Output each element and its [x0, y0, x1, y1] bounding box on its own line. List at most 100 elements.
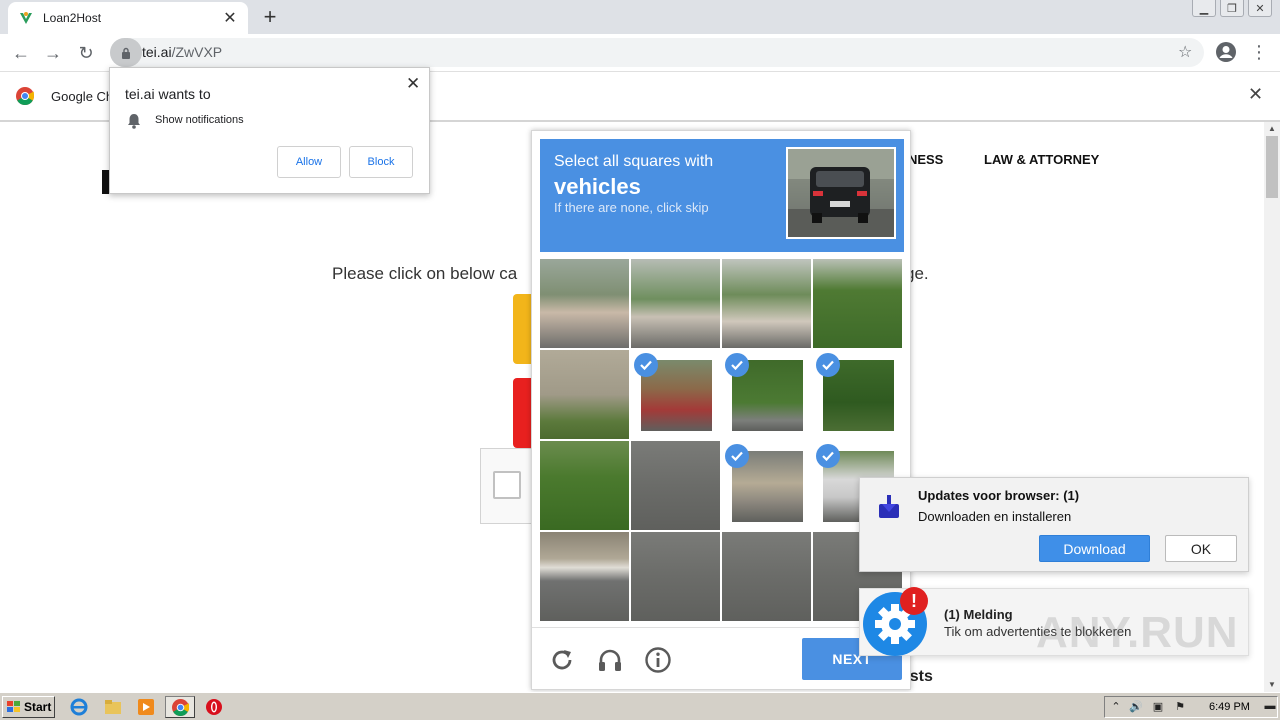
ie-icon[interactable]: [70, 698, 88, 716]
alert-badge: !: [900, 587, 928, 615]
update-popup: Updates voor browser: (1) Downloaden en …: [859, 477, 1249, 572]
captcha-tile[interactable]: [631, 441, 720, 530]
checkmark-icon: [725, 353, 749, 377]
action-center-flag-icon[interactable]: ⚑: [1173, 700, 1187, 714]
ok-button[interactable]: OK: [1165, 535, 1237, 562]
captcha-tile[interactable]: [631, 350, 720, 439]
chrome-logo-icon: [16, 87, 34, 105]
menu-dots-icon[interactable]: ⋮: [1250, 40, 1268, 64]
checkmark-icon: [816, 353, 840, 377]
captcha-target: vehicles: [554, 174, 641, 199]
captcha-tile[interactable]: [722, 532, 811, 621]
tab-loan2host[interactable]: Loan2Host ✕: [8, 2, 248, 34]
permission-item: Show notifications: [155, 114, 244, 126]
captcha-tile-image: [722, 532, 811, 621]
url-path: /ZwVXP: [171, 44, 223, 60]
forward-arrow-icon[interactable]: →: [40, 40, 66, 66]
checkmark-icon: [816, 444, 840, 468]
volume-icon[interactable]: 🔊: [1129, 700, 1143, 714]
captcha-instruction: Select all squares with: [554, 153, 714, 170]
back-arrow-icon[interactable]: ←: [8, 40, 34, 66]
system-tray: ⌃ 🔊 ▣ ⚑ 6:49 PM ▬: [1104, 696, 1278, 718]
captcha-tile-grid: [540, 259, 904, 623]
profile-avatar-icon[interactable]: [1216, 42, 1236, 62]
captcha-tile-image: [631, 259, 720, 348]
window-controls: ▁ ❐ ✕: [1192, 0, 1272, 17]
scroll-thumb[interactable]: [1266, 136, 1278, 198]
scroll-down-icon[interactable]: ▼: [1264, 678, 1280, 692]
url-host: tei.ai: [142, 44, 172, 60]
windows-flag-icon: [7, 701, 20, 712]
captcha-tile[interactable]: [540, 259, 629, 348]
captcha-tile[interactable]: [540, 441, 629, 530]
update-title: Updates voor browser: (1): [918, 488, 1080, 503]
scroll-up-icon[interactable]: ▲: [1264, 122, 1280, 136]
tray-expand-icon[interactable]: ⌃: [1109, 700, 1123, 714]
captcha-tile[interactable]: [540, 350, 629, 439]
allow-button[interactable]: Allow: [277, 146, 341, 178]
checkmark-icon: [634, 353, 658, 377]
permission-title: tei.ai wants to: [125, 86, 211, 102]
page-scrollbar[interactable]: ▲ ▼: [1264, 122, 1280, 692]
folder-icon[interactable]: [104, 698, 122, 716]
start-button[interactable]: Start: [2, 696, 55, 718]
url-text: tei.ai/ZwVXP: [142, 44, 222, 60]
audio-challenge-icon[interactable]: [596, 646, 624, 674]
captcha-tile[interactable]: [540, 532, 629, 621]
permission-close-icon[interactable]: ✕: [406, 74, 420, 94]
captcha-tile[interactable]: [631, 259, 720, 348]
recaptcha-checkbox[interactable]: [493, 471, 521, 499]
captcha-tile-image: [540, 532, 629, 621]
captcha-tile[interactable]: [813, 259, 902, 348]
reload-captcha-icon[interactable]: [548, 646, 576, 674]
bell-icon: [128, 114, 140, 129]
start-label: Start: [24, 700, 52, 714]
tab-close-icon[interactable]: ✕: [222, 8, 238, 28]
page-instruction: Please click on below ca: [332, 264, 518, 283]
captcha-tile[interactable]: [722, 259, 811, 348]
nav-item-law-attorney[interactable]: LAW & ATTORNEY: [984, 152, 1099, 167]
chrome-taskbar-icon: [172, 699, 189, 716]
captcha-tile-image: [540, 259, 629, 348]
opera-icon[interactable]: [205, 698, 223, 716]
checkmark-icon: [725, 444, 749, 468]
captcha-header: Select all squares with vehicles If ther…: [540, 139, 904, 252]
taskbar-chrome-button[interactable]: [165, 696, 195, 718]
address-bar[interactable]: tei.ai/ZwVXP ☆: [110, 38, 1204, 67]
captcha-tile-image: [540, 350, 629, 439]
update-subtitle: Downloaden en installeren: [918, 509, 1072, 524]
recaptcha-challenge: Select all squares with vehicles If ther…: [531, 130, 911, 690]
infobar-close-icon[interactable]: ✕: [1248, 84, 1263, 105]
captcha-tile-image: [813, 259, 902, 348]
captcha-tile-image: [540, 441, 629, 530]
reload-icon[interactable]: ↻: [73, 40, 99, 66]
captcha-tile-image: [722, 259, 811, 348]
minimize-icon[interactable]: ▁: [1192, 0, 1216, 17]
taskbar-clock: 6:49 PM: [1209, 701, 1250, 713]
captcha-tile[interactable]: [722, 441, 811, 530]
melding-title: (1) Melding: [944, 607, 1013, 622]
window-close-icon[interactable]: ✕: [1248, 0, 1272, 17]
block-button[interactable]: Block: [349, 146, 413, 178]
download-arrow-icon: [879, 495, 899, 518]
restore-icon[interactable]: ❐: [1220, 0, 1244, 17]
lock-icon[interactable]: [110, 38, 142, 67]
bookmark-star-icon[interactable]: ☆: [1178, 42, 1192, 62]
anyrun-watermark: ANY.RUN: [1036, 608, 1239, 657]
info-icon[interactable]: [644, 646, 672, 674]
taskbar: Start ⌃ 🔊 ▣ ⚑ 6:49 PM ▬: [0, 692, 1280, 720]
tab-title: Loan2Host: [43, 11, 102, 25]
download-button[interactable]: Download: [1039, 535, 1150, 562]
captcha-tile[interactable]: [631, 532, 720, 621]
network-icon[interactable]: ▣: [1151, 700, 1165, 714]
captcha-tile[interactable]: [813, 350, 902, 439]
new-tab-icon[interactable]: +: [258, 4, 282, 30]
captcha-tile-image: [631, 532, 720, 621]
captcha-footer: NEXT: [532, 627, 910, 689]
show-desktop-icon[interactable]: ▬: [1263, 700, 1277, 714]
captcha-tile[interactable]: [722, 350, 811, 439]
notification-permission-popup: tei.ai wants to ✕ Show notifications All…: [109, 67, 430, 194]
site-favicon-icon: [20, 12, 32, 24]
media-player-icon[interactable]: [137, 698, 155, 716]
captcha-tile-image: [631, 441, 720, 530]
